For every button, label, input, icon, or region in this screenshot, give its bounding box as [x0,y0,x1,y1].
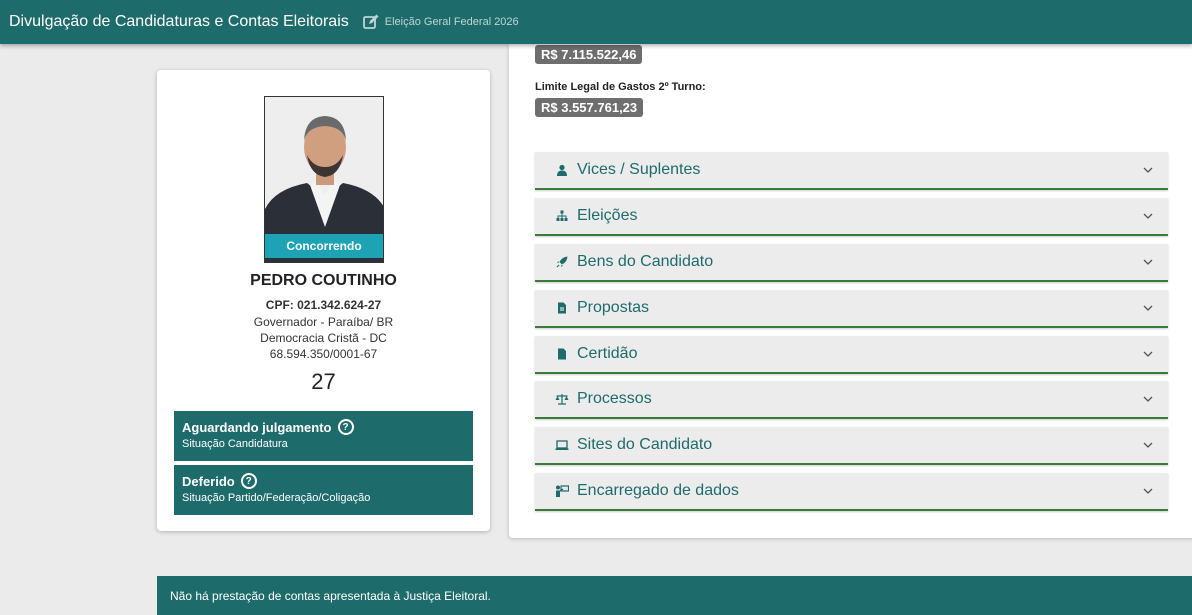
accordion-label: Eleições [577,207,638,224]
accordion-processos[interactable]: Processos [535,381,1168,419]
candidacy-situation-box: Aguardando julgamento ? Situação Candida… [174,411,473,461]
candidate-photo: Concorrendo [264,96,384,263]
party-situation-title: Deferido [182,473,235,489]
chevron-down-icon [1143,396,1153,402]
accordion-label: Encarregado de dados [577,482,739,499]
accordion-certidao[interactable]: Certidão [535,336,1168,374]
candidate-number: 27 [311,369,336,394]
chevron-down-icon [1143,351,1153,357]
candidacy-status-badge: Concorrendo [265,234,383,258]
rocket-icon [555,255,569,269]
chevron-down-icon [1143,488,1153,494]
accordion-encarregado-de-dados[interactable]: Encarregado de dados [535,473,1168,511]
chevron-down-icon [1143,442,1153,448]
help-icon[interactable]: ? [337,419,354,435]
top-bar: Divulgação de Candidaturas e Contas Elei… [0,0,1192,44]
party-situation-label: Situação Partido/Federação/Coligação [182,492,371,504]
chevron-down-icon [1143,213,1153,219]
chevron-down-icon [1143,167,1153,173]
edit-icon[interactable] [362,14,379,30]
sitemap-icon [555,209,569,223]
accordion-label: Propostas [577,299,650,316]
file-icon [555,347,569,361]
accordion-bens-do-candidato[interactable]: Bens do Candidato [535,244,1168,282]
person-board-icon [555,484,569,498]
chevron-down-icon [1143,305,1153,311]
app-title: Divulgação de Candidaturas e Contas Elei… [9,13,349,30]
document-icon [555,301,569,315]
candidate-party: Democracia Cristã - DC [260,331,387,345]
candidate-cpf: CPF: 021.342.624-27 [265,298,382,312]
help-icon[interactable]: ? [240,473,257,489]
laptop-icon [555,438,569,452]
accordion-propostas[interactable]: Propostas [535,290,1168,328]
accordion-label: Bens do Candidato [577,253,714,270]
chevron-down-icon [1143,259,1153,265]
candidacy-situation-title: Aguardando julgamento [182,419,332,435]
accordion-label: Vices / Suplentes [577,161,701,178]
accounts-notice-bar: Não há prestação de contas apresentada à… [157,576,1192,615]
candidate-card: Concorrendo PEDRO COUTINHO CPF: 021.342.… [157,70,490,531]
party-situation-box: Deferido ? Situação Partido/Federação/Co… [174,465,473,515]
accounts-notice-text: Não há prestação de contas apresentada à… [170,588,491,603]
spending-limit-2nd-round: R$ 3.557.761,23 [535,98,644,117]
spending-limit-1st-round: R$ 7.115.522,46 [535,45,643,64]
candidacy-situation-label: Situação Candidatura [182,438,288,450]
candidate-cnpj: 68.594.350/0001-67 [269,347,378,361]
accordion-vices-suplentes[interactable]: Vices / Suplentes [535,152,1168,190]
candidate-office: Governador - Paraíba/ BR [253,315,394,329]
candidate-name: PEDRO COUTINHO [250,272,397,289]
accordion-label: Sites do Candidato [577,436,713,453]
person-icon [555,163,569,177]
details-card: R$ 7.115.522,46 Limite Legal de Gastos 2… [509,44,1192,538]
accordion-eleicoes[interactable]: Eleições [535,198,1168,236]
accordion-label: Processos [577,390,652,407]
scale-icon [555,392,569,406]
accordion-label: Certidão [577,345,638,362]
spending-limit-2nd-round-label: Limite Legal de Gastos 2º Turno: [535,81,706,93]
election-name: Eleição Geral Federal 2026 [384,16,519,28]
accordion-sites-do-candidato[interactable]: Sites do Candidato [535,427,1168,465]
